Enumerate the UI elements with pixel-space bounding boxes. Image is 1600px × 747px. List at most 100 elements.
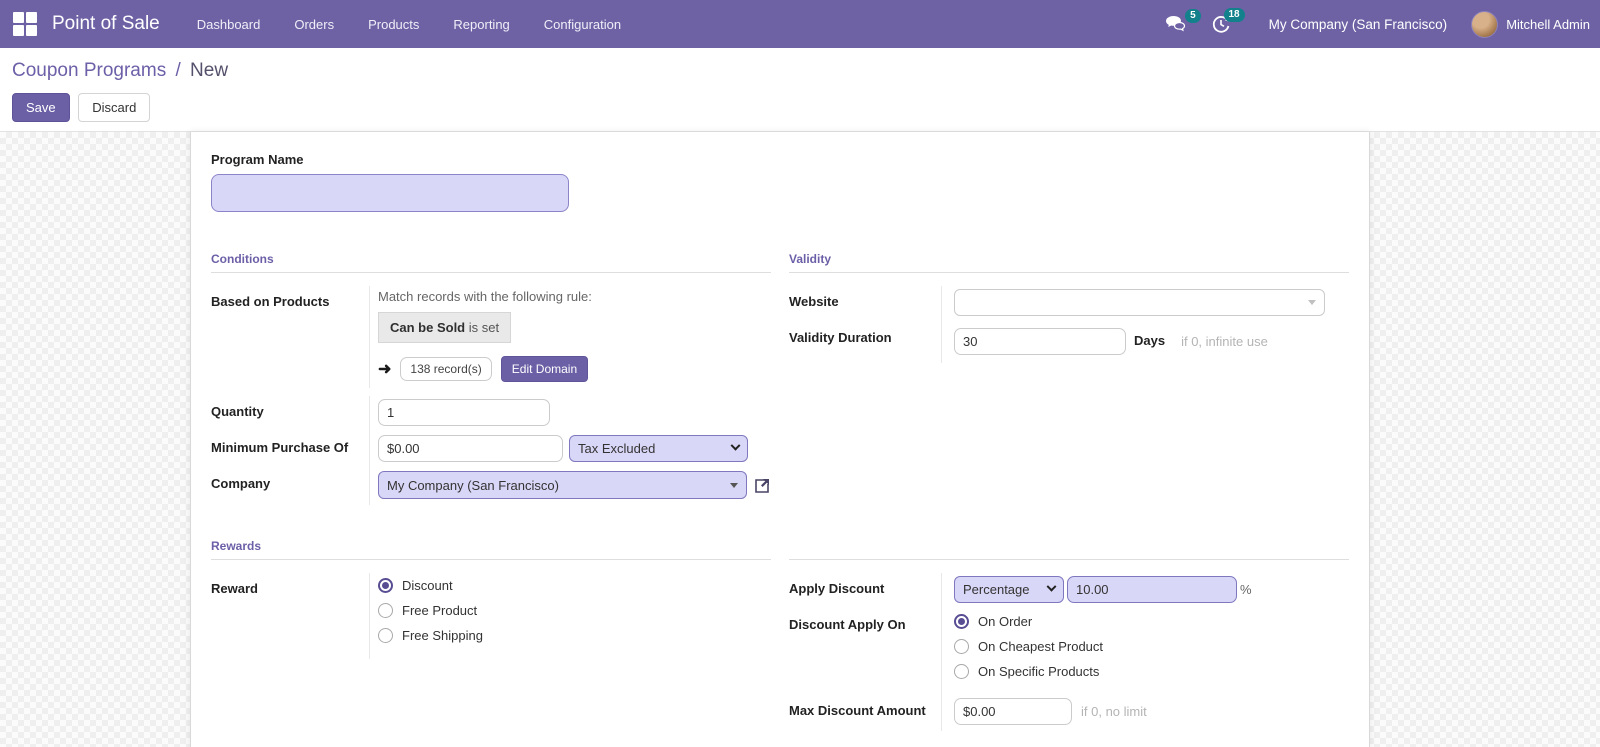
menu-orders[interactable]: Orders	[277, 0, 351, 48]
company-row: Company My Company (San Francisco)	[211, 468, 771, 505]
validity-duration-hint: if 0, infinite use	[1181, 333, 1268, 349]
radio-icon	[954, 664, 969, 679]
validity-duration-unit: Days	[1134, 333, 1166, 348]
apply-on-option-label: On Specific Products	[978, 664, 1100, 679]
validity-duration-row: Validity Duration Days if 0, infinite us…	[789, 322, 1349, 364]
tax-mode-select[interactable]: Tax Excluded	[569, 435, 748, 462]
menu-reporting[interactable]: Reporting	[436, 0, 526, 48]
menu-dashboard[interactable]: Dashboard	[180, 0, 278, 48]
activities-button[interactable]: 18	[1209, 7, 1245, 39]
user-menu[interactable]: Mitchell Admin	[1471, 10, 1590, 38]
rewards-title: Rewards	[211, 539, 771, 560]
app-title[interactable]: Point of Sale	[52, 13, 160, 35]
chevron-down-icon	[1046, 581, 1057, 592]
apply-discount-row: Apply Discount Percentage %	[789, 573, 1349, 609]
reward-option-label: Discount	[402, 578, 453, 593]
quantity-input[interactable]	[378, 399, 550, 426]
conditions-title: Conditions	[211, 252, 771, 273]
save-button[interactable]: Save	[12, 93, 70, 122]
radio-icon	[954, 639, 969, 654]
discount-type-value: Percentage	[963, 582, 1030, 597]
chat-bubble-icon	[1165, 16, 1185, 32]
chevron-down-icon	[730, 440, 741, 451]
reward-option-free-shipping[interactable]: Free Shipping	[378, 628, 771, 643]
company-switcher[interactable]: My Company (San Francisco)	[1269, 17, 1448, 32]
minimum-purchase-label: Minimum Purchase Of	[211, 440, 349, 455]
rewards-right-group: Apply Discount Percentage % Discount App…	[789, 539, 1349, 731]
rewards-group: Rewards Reward Discount Free Product Fre…	[211, 539, 771, 731]
max-discount-hint: if 0, no limit	[1081, 704, 1147, 719]
domain-rule-field: Can be Sold	[390, 320, 466, 335]
minimum-purchase-input[interactable]	[378, 435, 563, 462]
based-on-products-row: Based on Products Match records with the…	[211, 286, 771, 388]
validity-duration-input[interactable]	[954, 327, 1126, 355]
apply-on-option-label: On Order	[978, 614, 1033, 629]
max-discount-input[interactable]	[954, 698, 1072, 725]
main-menu: Dashboard Orders Products Reporting Conf…	[180, 0, 638, 48]
records-count-button[interactable]: 138 record(s)	[400, 357, 492, 381]
breadcrumb-separator: /	[175, 60, 181, 81]
program-name-label: Program Name	[211, 152, 304, 167]
tax-mode-value: Tax Excluded	[578, 441, 656, 456]
form-sheet: Program Name Conditions Based on Product…	[190, 132, 1370, 747]
form-view-background: Program Name Conditions Based on Product…	[0, 132, 1600, 747]
edit-domain-button[interactable]: Edit Domain	[500, 356, 589, 382]
max-discount-label: Max Discount Amount	[789, 703, 926, 718]
messages-button[interactable]: 5	[1163, 9, 1201, 37]
apply-on-order[interactable]: On Order	[954, 614, 1349, 629]
based-on-products-label: Based on Products	[211, 294, 330, 309]
menu-products[interactable]: Products	[351, 0, 436, 48]
top-navbar: Point of Sale Dashboard Orders Products …	[0, 0, 1600, 48]
validity-duration-label: Validity Duration	[789, 330, 892, 345]
reward-option-label: Free Product	[402, 603, 478, 618]
reward-option-discount[interactable]: Discount	[378, 578, 771, 593]
discard-button[interactable]: Discard	[78, 93, 151, 122]
apply-on-cheapest-product[interactable]: On Cheapest Product	[954, 639, 1349, 654]
control-panel: Coupon Programs / New Save Discard	[0, 48, 1600, 132]
validity-group: Validity Website Validity Duration Da	[789, 252, 1349, 505]
domain-rule-operator: is set	[468, 320, 500, 335]
quantity-row: Quantity	[211, 396, 771, 432]
validity-title: Validity	[789, 252, 1349, 273]
messages-count-badge: 5	[1185, 9, 1201, 23]
menu-configuration[interactable]: Configuration	[527, 0, 638, 48]
apply-on-specific-products[interactable]: On Specific Products	[954, 664, 1349, 679]
company-value: My Company (San Francisco)	[387, 477, 559, 493]
website-label: Website	[789, 294, 839, 309]
reward-label: Reward	[211, 581, 258, 596]
caret-down-icon	[1308, 300, 1316, 305]
domain-rule-chip[interactable]: Can be Sold is set	[378, 312, 512, 343]
reward-row: Reward Discount Free Product Free Shippi…	[211, 573, 771, 659]
breadcrumb-new: New	[190, 60, 229, 81]
action-buttons: Save Discard	[12, 93, 1588, 122]
apps-menu-icon[interactable]	[12, 11, 38, 37]
discount-apply-on-label: Discount Apply On	[789, 617, 906, 632]
reward-option-label: Free Shipping	[402, 628, 483, 643]
quantity-label: Quantity	[211, 404, 264, 419]
discount-percentage-input[interactable]	[1067, 576, 1237, 603]
apply-discount-label: Apply Discount	[789, 581, 885, 596]
reward-option-free-product[interactable]: Free Product	[378, 603, 771, 618]
external-link-icon[interactable]	[754, 477, 771, 494]
radio-checked-icon	[954, 614, 969, 629]
rewards-right-title	[789, 539, 1349, 560]
domain-intro-text: Match records with the following rule:	[378, 289, 592, 304]
website-select[interactable]	[954, 289, 1325, 316]
breadcrumb-coupon-programs[interactable]: Coupon Programs	[12, 60, 166, 81]
apply-on-option-label: On Cheapest Product	[978, 639, 1104, 654]
discount-type-select[interactable]: Percentage	[954, 576, 1064, 603]
radio-icon	[378, 628, 393, 643]
company-label: Company	[211, 476, 271, 491]
breadcrumb: Coupon Programs / New	[12, 60, 1588, 82]
user-name: Mitchell Admin	[1506, 16, 1590, 32]
company-select[interactable]: My Company (San Francisco)	[378, 471, 747, 499]
arrow-right-icon: ➜	[378, 361, 392, 378]
program-name-input[interactable]	[211, 174, 569, 212]
minimum-purchase-row: Minimum Purchase Of Tax Excluded	[211, 432, 771, 468]
conditions-group: Conditions Based on Products Match recor…	[211, 252, 771, 505]
website-row: Website	[789, 286, 1349, 322]
max-discount-row: Max Discount Amount if 0, no limit	[789, 695, 1349, 731]
caret-down-icon	[730, 482, 738, 488]
user-avatar	[1471, 10, 1499, 38]
discount-apply-on-row: Discount Apply On On Order On Cheapest P…	[789, 609, 1349, 695]
